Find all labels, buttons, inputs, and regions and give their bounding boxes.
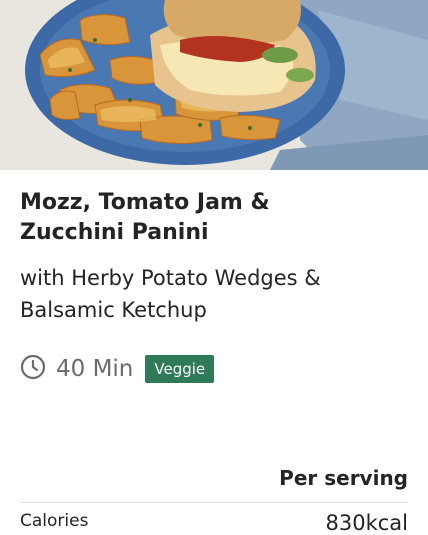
nutrition-table: Per serving Calories 830kcal: [20, 466, 408, 535]
recipe-subtitle: with Herby Potato Wedges & Balsamic Ketc…: [20, 266, 321, 322]
veggie-badge: Veggie: [145, 355, 215, 383]
recipe-photo: [0, 0, 428, 170]
hero-image: [0, 0, 428, 170]
nutrition-row: Calories 830kcal: [20, 503, 408, 535]
clock-icon: [20, 354, 46, 380]
recipe-details: Mozz, Tomato Jam & Zucchini Panini with …: [0, 188, 428, 535]
recipe-meta: 40 Min Veggie: [20, 354, 408, 384]
per-serving-header: Per serving: [20, 466, 408, 503]
cook-time: 40 Min: [56, 356, 134, 382]
nutrition-label-calories: Calories: [20, 511, 89, 531]
recipe-title: Mozz, Tomato Jam & Zucchini Panini: [20, 190, 270, 245]
nutrition-value-calories: 830kcal: [325, 511, 409, 535]
